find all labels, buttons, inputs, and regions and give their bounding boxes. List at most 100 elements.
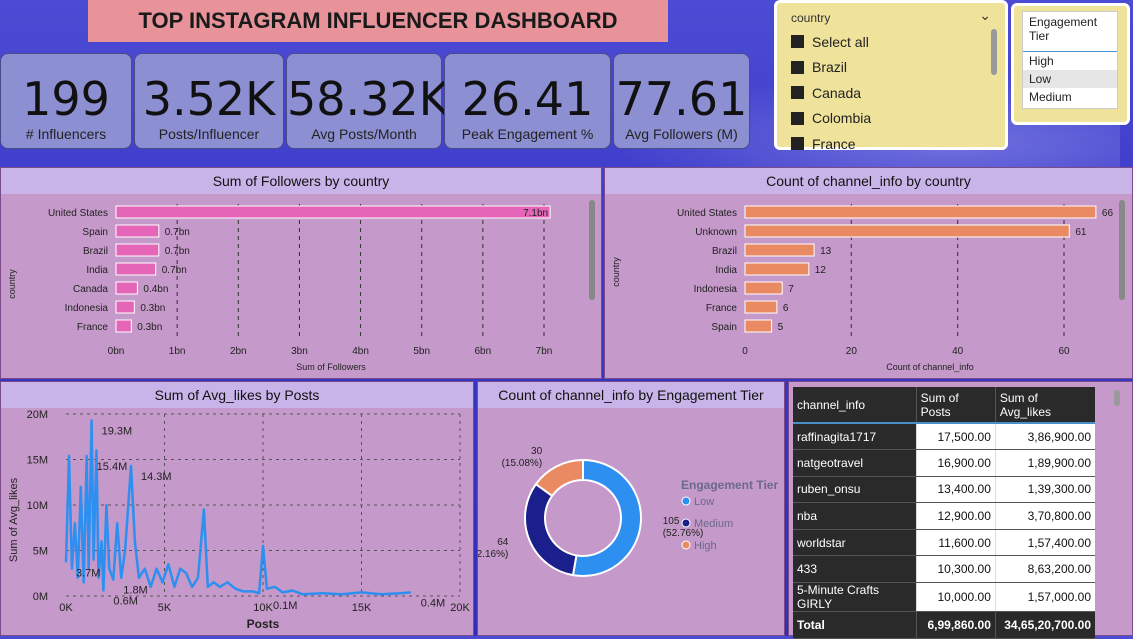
- kpi-label: # Influencers: [25, 126, 107, 142]
- bar: [115, 224, 160, 238]
- y-axis-label: country: [7, 269, 17, 299]
- chart-title: Sum of Followers by country: [1, 168, 601, 194]
- data-label: 19.3M: [102, 425, 133, 437]
- y-tick-label: Indonesia: [694, 284, 738, 295]
- x-tick-label: 40: [952, 346, 964, 357]
- x-axis-label: Count of channel_info: [886, 362, 974, 372]
- data-label: 0.3bn: [140, 303, 165, 314]
- slicer-item-france[interactable]: France: [777, 131, 1005, 157]
- y-tick-label: India: [86, 265, 108, 276]
- x-tick-label: 0K: [59, 602, 73, 614]
- kpi-card-avg-followers: 77.61 Avg Followers (M): [613, 53, 750, 149]
- chevron-down-icon[interactable]: ⌄: [979, 7, 991, 24]
- y-tick-label: United States: [48, 208, 108, 219]
- y-tick-label: Brazil: [83, 246, 108, 257]
- table-cell: Total: [793, 611, 917, 639]
- table-row[interactable]: 433 10,300.00 8,63,200.00: [793, 555, 1095, 584]
- x-tick-label: 7bn: [536, 346, 553, 357]
- scrollbar[interactable]: [1119, 200, 1125, 300]
- y-axis-label: Sum of Avg_likes: [8, 477, 20, 562]
- column-header[interactable]: Sum of Posts: [915, 387, 996, 424]
- bar: [115, 262, 157, 276]
- chart-title: Sum of Avg_likes by Posts: [1, 382, 473, 408]
- legend-marker: [681, 518, 691, 528]
- checkbox-icon[interactable]: [791, 111, 804, 125]
- slicer-item-canada[interactable]: Canada: [777, 80, 1005, 106]
- data-label: 15.4M: [97, 461, 128, 473]
- y-tick-label: United States: [677, 208, 737, 219]
- data-label: 0.3bn: [137, 322, 162, 333]
- table-row[interactable]: 5-Minute Crafts GIRLY 10,000.00 1,57,000.0…: [793, 582, 1095, 613]
- engagement-tier-donut-panel: Count of channel_info by Engagement Tier…: [477, 381, 785, 636]
- table-total-row: Total 6,99,860.00 34,65,20,700.00: [793, 611, 1095, 639]
- x-tick-label: 0: [742, 346, 748, 357]
- y-tick-label: Canada: [73, 284, 108, 295]
- data-label: 0.1M: [273, 600, 297, 612]
- dashboard-title: TOP INSTAGRAM INFLUENCER DASHBOARD: [88, 0, 668, 42]
- data-label: 5: [778, 322, 784, 333]
- legend-label: Low: [694, 496, 714, 508]
- followers-bar-chart: country Sum of Followers 0bn 1bn 2bn 3bn 4bn…: [7, 200, 595, 372]
- legend-title: Engagement Tier: [681, 478, 778, 492]
- country-slicer[interactable]: country ⌄ Select all Brazil Canada Colom…: [774, 0, 1008, 152]
- column-header[interactable]: Sum of Avg_likes: [994, 387, 1095, 424]
- table-cell: raffinagita1717: [793, 423, 917, 451]
- data-label: 7.1bn: [523, 208, 548, 219]
- checkbox-icon[interactable]: [791, 86, 804, 100]
- data-label: 14.3M: [141, 471, 172, 483]
- y-tick-label: 10M: [27, 500, 48, 512]
- checkbox-icon[interactable]: [791, 137, 804, 151]
- y-tick-label: 0M: [33, 591, 48, 603]
- x-axis-label: Posts: [247, 617, 280, 631]
- legend-label: Medium: [694, 518, 733, 530]
- table-cell: 3,86,900.00: [994, 423, 1095, 451]
- table-row[interactable]: raffinagita1717 17,500.00 3,86,900.00: [793, 423, 1095, 451]
- slicer-item-colombia[interactable]: Colombia: [777, 106, 1005, 132]
- table-cell: 433: [793, 555, 917, 584]
- x-tick-label: 3bn: [291, 346, 308, 357]
- x-tick-label: 0bn: [108, 346, 125, 357]
- table-cell: 17,500.00: [915, 423, 996, 451]
- engagement-tier-slicer[interactable]: Engagement Tier High Low Medium: [1011, 3, 1130, 125]
- x-tick-label: 6bn: [475, 346, 492, 357]
- tier-option-medium[interactable]: Medium: [1023, 88, 1117, 106]
- slicer-header-label: country: [791, 11, 831, 25]
- column-header[interactable]: channel_info: [793, 387, 917, 424]
- tier-option-low[interactable]: Low: [1023, 70, 1117, 88]
- scrollbar[interactable]: [589, 200, 595, 300]
- data-label: 0.4bn: [143, 284, 168, 295]
- y-tick-label: India: [715, 265, 737, 276]
- bar: [744, 319, 773, 333]
- x-tick-label: 20: [846, 346, 858, 357]
- kpi-card-influencers: 199 # Influencers: [0, 53, 132, 149]
- checkbox-icon[interactable]: [791, 60, 804, 74]
- table-row[interactable]: natgeotravel 16,900.00 1,89,900.00: [793, 449, 1095, 477]
- slicer-item-select-all[interactable]: Select all: [777, 29, 1005, 55]
- checkbox-icon[interactable]: [791, 35, 804, 49]
- slicer-item-label: Colombia: [812, 110, 872, 127]
- table-cell: 10,000.00: [915, 582, 996, 613]
- scrollbar[interactable]: [991, 29, 997, 75]
- scrollbar[interactable]: [1114, 390, 1120, 406]
- legend-label: High: [694, 540, 717, 552]
- y-tick-label: Brazil: [712, 246, 737, 257]
- slicer-item-label: Brazil: [812, 59, 848, 76]
- x-tick-label: 15K: [352, 602, 372, 614]
- data-label: 0.4M: [421, 597, 445, 609]
- avg-likes-by-posts-panel: Sum of Avg_likes by Posts Sum of Avg_lik…: [0, 381, 474, 636]
- kpi-card-avg-posts-month: 58.32K Avg Posts/Month: [286, 53, 449, 149]
- engagement-tier-donut-chart: Engagement Tier 105(52.76%)64(32.16%)30(…: [478, 446, 778, 577]
- table-row[interactable]: ruben_onsu 13,400.00 1,39,300.00: [793, 476, 1095, 504]
- country-slicer-header[interactable]: country ⌄: [777, 3, 1005, 25]
- table-cell: 8,63,200.00: [994, 555, 1095, 584]
- kpi-value: 199: [22, 72, 110, 126]
- slicer-item-brazil[interactable]: Brazil: [777, 55, 1005, 81]
- bar: [744, 262, 810, 276]
- tier-option-high[interactable]: High: [1023, 52, 1117, 70]
- table-row[interactable]: worldstar 11,600.00 1,57,400.00: [793, 529, 1095, 557]
- kpi-value: 77.61: [615, 72, 748, 126]
- donut-slice: [534, 458, 584, 498]
- data-label: 3.7M: [76, 567, 100, 579]
- x-tick-label: 2bn: [230, 346, 247, 357]
- table-row[interactable]: nba 12,900.00 3,70,800.00: [793, 502, 1095, 530]
